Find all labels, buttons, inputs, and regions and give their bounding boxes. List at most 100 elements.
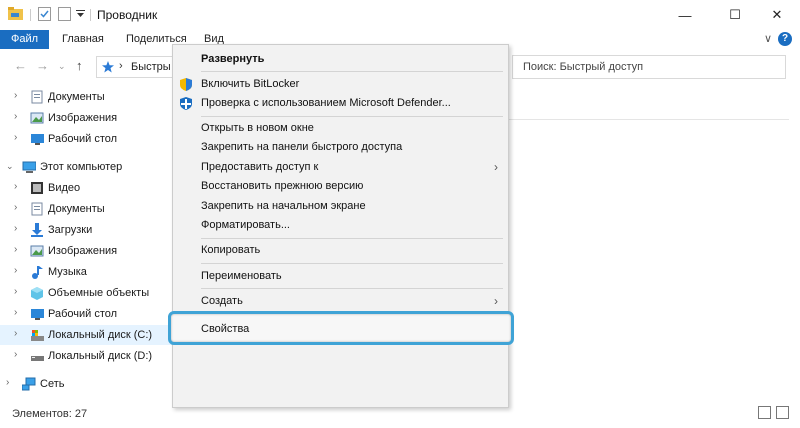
nav-item-desktop[interactable]: › Рабочий стол xyxy=(0,129,200,149)
menu-item-defender-scan[interactable]: Проверка с использованием Microsoft Defe… xyxy=(173,94,508,113)
nav-item-label: Рабочий стол xyxy=(48,308,118,320)
context-menu: Развернуть Включить BitLocker Проверка с… xyxy=(172,44,509,408)
tab-home[interactable]: Главная xyxy=(52,30,114,49)
menu-item-label: Открыть в новом окне xyxy=(201,122,314,134)
menu-item-label: Создать xyxy=(201,295,243,307)
collapse-chevron-icon[interactable]: ⌄ xyxy=(6,161,14,172)
expand-chevron-icon[interactable]: › xyxy=(14,307,17,318)
menu-item-give-access[interactable]: Предоставить доступ к › xyxy=(173,158,508,177)
menu-item-format[interactable]: Форматировать... xyxy=(173,216,508,235)
submenu-arrow-icon: › xyxy=(494,160,498,174)
help-icon[interactable]: ? xyxy=(778,32,792,46)
menu-item-bitlocker[interactable]: Включить BitLocker xyxy=(173,75,508,94)
address-path[interactable]: Быстры xyxy=(131,61,171,73)
nav-item-this-pc[interactable]: ⌄ Этот компьютер xyxy=(0,157,200,177)
back-icon[interactable]: ← xyxy=(14,58,27,73)
menu-item-pin-quick-access[interactable]: Закрепить на панели быстрого доступа xyxy=(173,138,508,157)
expand-chevron-icon[interactable]: › xyxy=(14,244,17,255)
nav-item-documents[interactable]: › Документы xyxy=(0,87,200,107)
nav-item-music[interactable]: › Музыка xyxy=(0,262,200,282)
expand-chevron-icon[interactable]: › xyxy=(14,265,17,276)
menu-item-copy[interactable]: Копировать xyxy=(173,241,508,260)
nav-item-label: Загрузки xyxy=(48,224,93,236)
menu-item-label: Закрепить на панели быстрого доступа xyxy=(201,141,403,153)
content-column-header-line xyxy=(509,119,789,120)
menu-item-properties[interactable]: Свойства xyxy=(168,311,514,345)
3d-objects-icon xyxy=(31,287,43,300)
menu-item-rename[interactable]: Переименовать xyxy=(173,267,508,286)
nav-item-label: Рабочий стол xyxy=(48,133,118,145)
computer-icon xyxy=(22,161,36,173)
nav-item-drive-d[interactable]: › Локальный диск (D:) xyxy=(0,346,200,366)
window-title: Проводник xyxy=(97,8,158,22)
search-input[interactable]: Поиск: Быстрый доступ xyxy=(512,55,786,79)
nav-item-label: Музыка xyxy=(48,266,87,278)
drive-icon xyxy=(31,330,44,341)
menu-separator xyxy=(201,288,503,289)
nav-item-3d-objects[interactable]: › Объемные объекты xyxy=(0,283,200,303)
menu-item-label: Проверка с использованием Microsoft Defe… xyxy=(201,97,451,109)
menu-separator xyxy=(201,263,503,264)
menu-item-label: Копировать xyxy=(201,244,261,256)
desktop-icon xyxy=(31,309,44,320)
nav-item-label: Объемные объекты xyxy=(48,287,150,299)
customize-toolbar-icon[interactable] xyxy=(76,10,85,18)
expand-chevron-icon[interactable]: › xyxy=(14,181,17,192)
expand-chevron-icon[interactable]: › xyxy=(14,202,17,213)
large-icons-view-icon[interactable] xyxy=(776,406,789,419)
title-bar: Проводник — ☐ ✕ xyxy=(0,0,800,30)
separator xyxy=(30,9,31,21)
close-button[interactable]: ✕ xyxy=(754,0,800,30)
nav-item-label: Этот компьютер xyxy=(40,161,123,173)
shield-icon xyxy=(180,78,192,91)
nav-item-label: Локальный диск (C:) xyxy=(48,329,153,341)
recent-locations-icon[interactable]: ⌄ xyxy=(58,61,66,72)
nav-item-documents-pc[interactable]: › Документы xyxy=(0,199,200,219)
details-view-icon[interactable] xyxy=(758,406,771,419)
nav-item-label: Документы xyxy=(48,203,105,215)
nav-item-video[interactable]: › Видео xyxy=(0,178,200,198)
tab-file[interactable]: Файл xyxy=(0,30,49,49)
menu-separator xyxy=(201,238,503,239)
forward-icon[interactable]: → xyxy=(36,58,49,73)
nav-item-pictures-pc[interactable]: › Изображения xyxy=(0,241,200,261)
expand-chevron-icon[interactable]: › xyxy=(14,111,17,122)
minimize-button[interactable]: — xyxy=(662,0,708,30)
expand-ribbon-icon[interactable]: ∨ xyxy=(764,32,772,45)
quick-access-star-icon xyxy=(102,61,114,73)
status-items-count: Элементов: 27 xyxy=(12,408,88,420)
menu-item-open-new-window[interactable]: Открыть в новом окне xyxy=(173,119,508,138)
nav-item-label: Изображения xyxy=(48,245,118,257)
documents-icon xyxy=(31,202,43,216)
expand-chevron-icon[interactable]: › xyxy=(14,349,17,360)
menu-item-restore-previous[interactable]: Восстановить прежнюю версию xyxy=(173,177,508,196)
expand-chevron-icon[interactable]: › xyxy=(14,328,17,339)
drive-icon xyxy=(31,356,44,361)
menu-item-pin-start[interactable]: Закрепить на начальном экране xyxy=(173,197,508,216)
expand-chevron-icon[interactable]: › xyxy=(14,90,17,101)
menu-item-create[interactable]: Создать › xyxy=(173,292,508,311)
menu-item-label: Восстановить прежнюю версию xyxy=(201,180,364,192)
nav-item-label: Видео xyxy=(48,182,81,194)
menu-item-label: Переименовать xyxy=(201,270,282,282)
expand-chevron-icon[interactable]: › xyxy=(14,223,17,234)
nav-item-label: Сеть xyxy=(40,378,65,390)
menu-item-label: Предоставить доступ к xyxy=(201,161,319,173)
nav-item-downloads[interactable]: › Загрузки xyxy=(0,220,200,240)
network-icon xyxy=(22,377,36,391)
expand-chevron-icon[interactable]: › xyxy=(14,286,17,297)
nav-item-network[interactable]: › Сеть xyxy=(0,374,200,394)
folder-app-icon xyxy=(8,7,23,20)
menu-item-expand[interactable]: Развернуть xyxy=(173,50,508,69)
expand-chevron-icon[interactable]: › xyxy=(14,132,17,143)
properties-quick-icon[interactable] xyxy=(38,7,51,21)
expand-chevron-icon[interactable]: › xyxy=(6,377,9,388)
menu-separator xyxy=(201,71,503,72)
maximize-button[interactable]: ☐ xyxy=(712,0,758,30)
new-folder-quick-icon[interactable] xyxy=(58,7,71,21)
breadcrumb-chevron-icon[interactable]: › xyxy=(119,60,123,72)
menu-separator xyxy=(201,116,503,117)
submenu-arrow-icon: › xyxy=(494,294,498,308)
nav-item-pictures[interactable]: › Изображения xyxy=(0,108,200,128)
up-icon[interactable]: ↑ xyxy=(76,58,83,73)
